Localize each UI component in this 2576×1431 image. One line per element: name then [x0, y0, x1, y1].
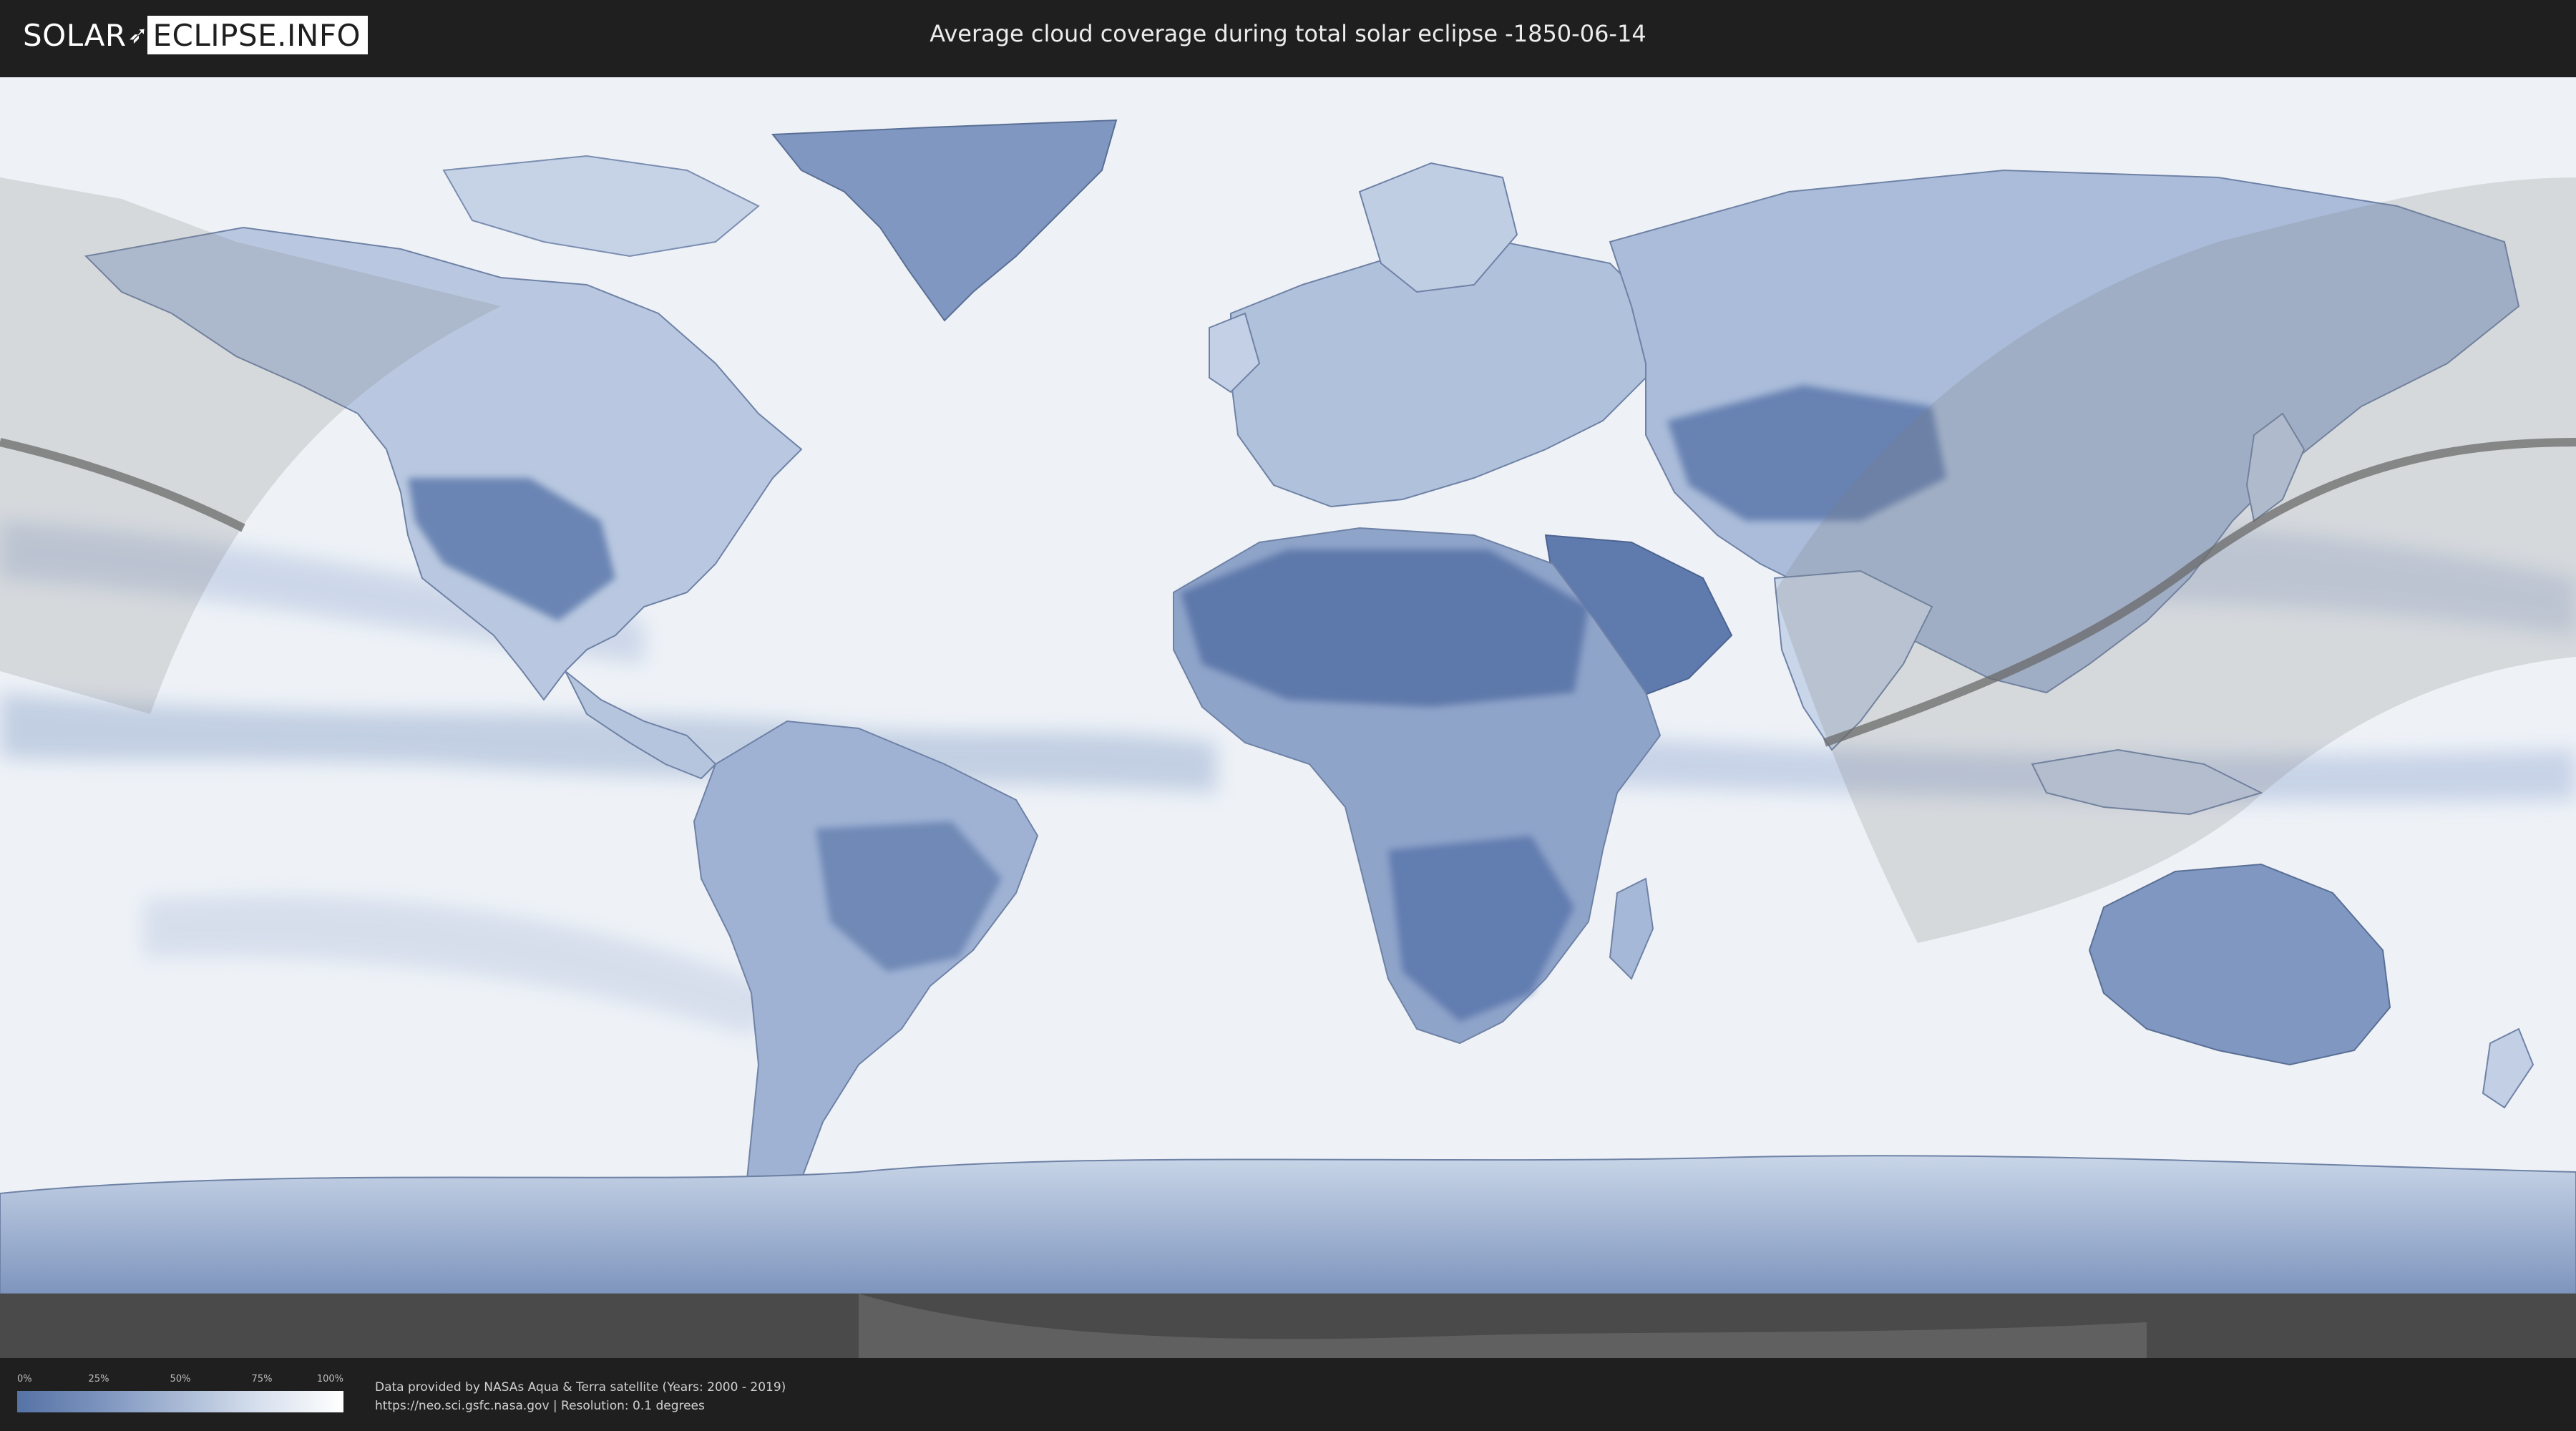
cloud-coverage-map[interactable] — [0, 77, 2576, 1358]
page-title: Average cloud coverage during total sola… — [930, 20, 1646, 47]
legend-ticks: 0% 25% 50% 75% 100% — [17, 1374, 343, 1388]
legend-tick-50: 50% — [170, 1374, 191, 1384]
world-map-svg — [0, 77, 2576, 1358]
legend-tick-100: 100% — [316, 1374, 343, 1384]
legend-tick-75: 75% — [251, 1374, 273, 1384]
credits-line-2: https://neo.sci.gsfc.nasa.gov | Resoluti… — [375, 1399, 705, 1413]
legend-tick-0: 0% — [17, 1374, 32, 1384]
data-credits: Data provided by NASAs Aqua & Terra sate… — [375, 1378, 786, 1415]
legend-color-bar — [17, 1391, 343, 1412]
cloud-coverage-legend: 0% 25% 50% 75% 100% — [17, 1374, 343, 1412]
legend-tick-25: 25% — [88, 1374, 109, 1384]
footer-bar: 0% 25% 50% 75% 100% Data provided by NAS… — [0, 1358, 2576, 1431]
header-bar: SOLAR ➶ ECLIPSE.INFO Average cloud cover… — [0, 0, 2576, 72]
credits-line-1: Data provided by NASAs Aqua & Terra sate… — [375, 1380, 786, 1395]
